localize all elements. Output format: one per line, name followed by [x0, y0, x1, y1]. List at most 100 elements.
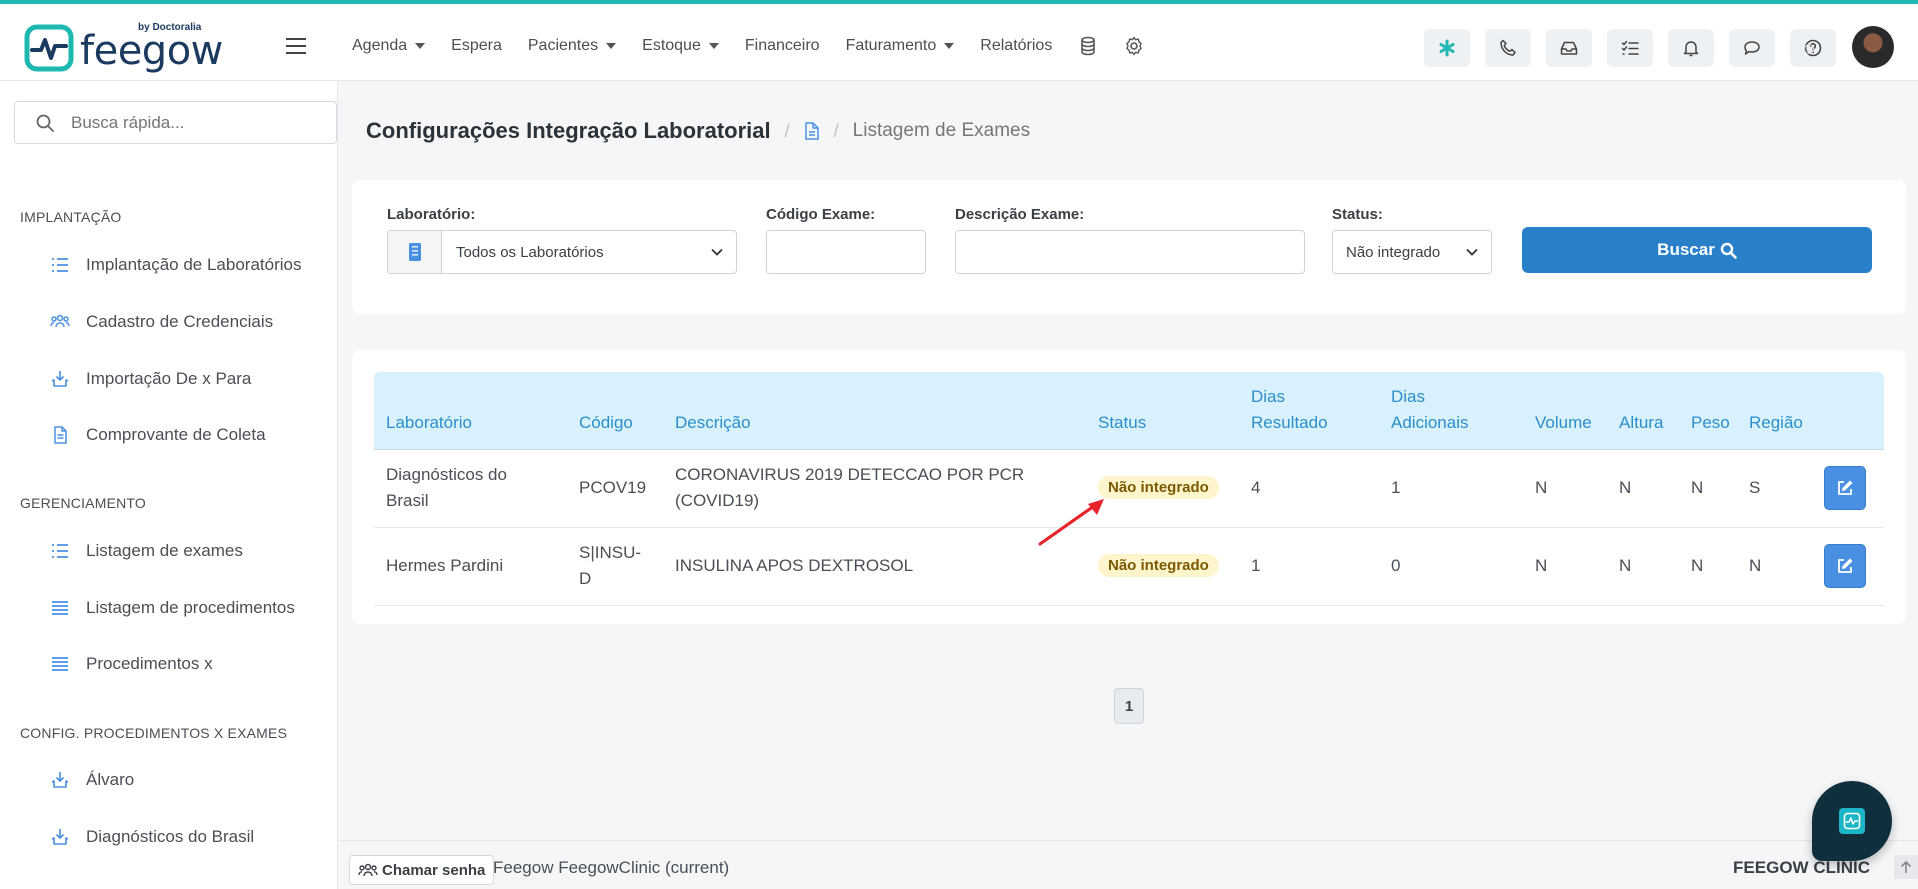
sidebar-item-implantacao-laboratorios[interactable]: Implantação de Laboratórios	[50, 255, 301, 275]
cell-regiao: S	[1749, 478, 1761, 497]
cell-codigo: PCOV19	[579, 478, 647, 497]
phone-button[interactable]	[1485, 29, 1531, 67]
main-nav: Agenda Espera Pacientes Estoque Financei…	[352, 36, 1170, 56]
breadcrumb-separator: /	[784, 120, 790, 141]
lab-select-value: Todos os Laboratórios	[456, 243, 604, 261]
sidebar-item-procedimentos-x[interactable]: Procedimentos x	[50, 654, 213, 674]
user-avatar[interactable]	[1852, 26, 1894, 68]
document-icon[interactable]	[804, 122, 820, 140]
feegow-logo[interactable]: by Doctoralia feegow	[24, 22, 224, 74]
code-field[interactable]	[766, 230, 926, 274]
lab-select[interactable]: Todos os Laboratórios	[387, 230, 737, 274]
sidebar-item-comprovante[interactable]: Comprovante de Coleta	[50, 425, 266, 445]
sidebar: IMPLANTAÇÃO Implantação de Laboratórios …	[0, 81, 338, 889]
sidebar-item-label: Diagnósticos do Brasil	[86, 827, 255, 846]
menu-toggle-button[interactable]	[286, 38, 306, 54]
cell-laboratorio-line1: Diagnósticos do	[386, 465, 507, 484]
cell-dias-adicionais: 1	[1391, 478, 1401, 497]
nav-relatorios[interactable]: Relatórios	[980, 37, 1052, 55]
nav-faturamento-label: Faturamento	[845, 37, 937, 54]
top-bar: by Doctoralia feegow Agenda Espera Pacie…	[0, 0, 1918, 81]
edit-icon	[1838, 480, 1853, 495]
users-icon	[358, 863, 378, 877]
sidebar-item-alvaro[interactable]: Álvaro	[50, 770, 134, 790]
header-codigo[interactable]: Código	[579, 410, 633, 436]
cell-codigo-line2: D	[579, 569, 592, 588]
sidebar-item-listagem-exames[interactable]: Listagem de exames	[50, 541, 243, 561]
quick-search-input[interactable]	[71, 112, 301, 133]
header-volume[interactable]: Volume	[1535, 410, 1592, 436]
search-icon	[1720, 242, 1737, 259]
header-status[interactable]: Status	[1098, 410, 1146, 436]
scroll-top-button[interactable]	[1894, 855, 1918, 879]
header-dias-adicionais[interactable]: Dias Adicionais	[1391, 384, 1469, 436]
header-laboratorio[interactable]: Laboratório	[386, 410, 472, 436]
arrow-up-icon	[1900, 860, 1912, 873]
chevron-down-icon	[711, 248, 723, 256]
desc-input[interactable]	[956, 231, 1304, 273]
header-dias-adicionais-line2: Adicionais	[1391, 413, 1469, 432]
cell-descricao-line1: CORONAVIRUS 2019 DETECCAO POR PCR	[675, 465, 1025, 484]
header-altura[interactable]: Altura	[1619, 410, 1663, 436]
section-config-procedimentos: CONFIG. PROCEDIMENTOS X EXAMES	[20, 725, 288, 741]
bell-icon	[1683, 41, 1699, 57]
cell-descricao-line2: (COVID19)	[675, 491, 760, 510]
caret-down-icon	[606, 43, 617, 49]
nav-financeiro-label: Financeiro	[744, 37, 820, 54]
download-icon	[51, 371, 69, 387]
caret-down-icon	[708, 43, 719, 49]
clinic-context: Feegow FeegowClinic (current)	[493, 858, 730, 877]
sidebar-item-importacao[interactable]: Importação De x Para	[50, 369, 251, 389]
asterisk-button[interactable]	[1424, 29, 1470, 67]
cell-codigo: S|INSU- D	[579, 540, 641, 592]
search-button[interactable]: Buscar	[1522, 227, 1872, 273]
nav-faturamento[interactable]: Faturamento	[846, 37, 955, 55]
edit-button[interactable]	[1824, 466, 1866, 510]
header-regiao[interactable]: Região	[1749, 410, 1803, 436]
header-peso[interactable]: Peso	[1691, 410, 1730, 436]
nav-estoque[interactable]: Estoque	[642, 37, 719, 55]
cell-altura: N	[1619, 556, 1632, 575]
toolbar	[1409, 29, 1836, 67]
pagination-page[interactable]: 1	[1114, 688, 1144, 724]
edit-button[interactable]	[1824, 544, 1866, 588]
header-dias-adicionais-line1: Dias	[1391, 387, 1426, 406]
edit-icon	[1838, 558, 1853, 573]
cell-dias-resultado: 1	[1251, 556, 1261, 575]
cell-regiao: N	[1749, 556, 1762, 575]
header-dias-resultado[interactable]: Dias Resultado	[1251, 384, 1328, 436]
status-label: Status:	[1332, 206, 1383, 223]
download-icon	[51, 772, 69, 788]
checklist-button[interactable]	[1607, 29, 1653, 67]
nav-agenda[interactable]: Agenda	[352, 37, 426, 55]
section-gerenciamento: GERENCIAMENTO	[20, 495, 147, 511]
sidebar-item-cadastro-credenciais[interactable]: Cadastro de Credenciais	[50, 312, 273, 332]
code-input[interactable]	[767, 231, 925, 273]
assistant-fab[interactable]	[1812, 781, 1892, 861]
cell-laboratorio: Diagnósticos do Brasil	[386, 462, 507, 514]
nav-espera-label: Espera	[451, 37, 502, 54]
gear-icon[interactable]	[1124, 36, 1144, 56]
sidebar-item-label: Álvaro	[86, 770, 135, 789]
notifications-button[interactable]	[1668, 29, 1714, 67]
database-icon[interactable]	[1078, 36, 1098, 56]
call-ticket-button[interactable]: Chamar senha	[349, 855, 495, 885]
desc-field[interactable]	[955, 230, 1305, 274]
nav-pacientes[interactable]: Pacientes	[528, 37, 617, 55]
cell-dias-resultado: 4	[1251, 478, 1261, 497]
header-descricao[interactable]: Descrição	[675, 410, 751, 436]
inbox-button[interactable]	[1546, 29, 1592, 67]
sidebar-item-diagnosticos-brasil[interactable]: Diagnósticos do Brasil	[50, 827, 254, 847]
nav-relatorios-label: Relatórios	[980, 37, 1053, 54]
chat-button[interactable]	[1729, 29, 1775, 67]
cell-descricao: INSULINA APOS DEXTROSOL	[675, 556, 914, 575]
table-row: Diagnósticos do Brasil PCOV19 CORONAVIRU…	[374, 450, 1884, 528]
nav-espera[interactable]: Espera	[451, 37, 502, 55]
asterisk-icon	[1439, 39, 1455, 57]
inbox-icon	[1560, 41, 1578, 55]
sidebar-item-listagem-procedimentos[interactable]: Listagem de procedimentos	[50, 598, 295, 618]
quick-search[interactable]	[14, 101, 337, 144]
header-dias-resultado-line2: Resultado	[1251, 413, 1328, 432]
status-select[interactable]: Não integrado	[1332, 230, 1492, 274]
nav-financeiro[interactable]: Financeiro	[745, 37, 820, 55]
